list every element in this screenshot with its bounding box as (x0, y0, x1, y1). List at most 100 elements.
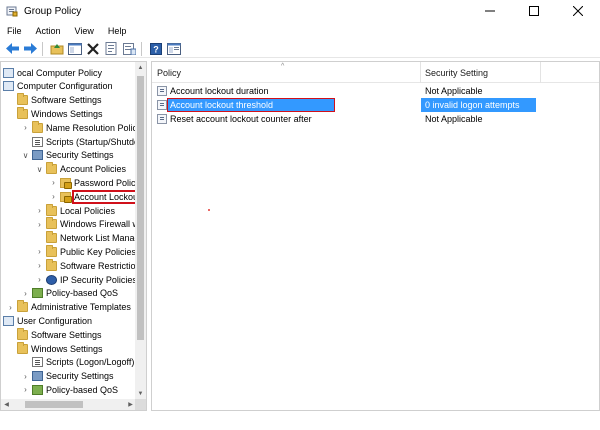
details-pane[interactable]: ^ Policy Security Setting Account lockou… (151, 61, 600, 411)
tree-item[interactable]: Windows Settings (6, 341, 103, 355)
export-list-button[interactable] (121, 41, 137, 57)
tree-item[interactable]: › Policy-based QoS (21, 287, 118, 300)
back-icon (5, 43, 19, 54)
cursor-marker (208, 209, 210, 211)
security-icon (32, 371, 43, 382)
list-row[interactable]: Reset account lockout counter after Not … (152, 112, 599, 126)
toolbar-separator (42, 41, 43, 56)
tree-item[interactable]: › IP Security Policies or (35, 273, 136, 286)
folder-icon (17, 341, 28, 354)
view-button[interactable] (166, 41, 182, 57)
tree-item[interactable]: › Software Restriction (35, 258, 136, 272)
up-folder-icon (50, 43, 64, 54)
expand-chevron-icon[interactable]: › (21, 289, 30, 298)
delete-button[interactable] (85, 41, 101, 57)
tree-item[interactable]: › Policy-based QoS (21, 383, 118, 396)
minimize-button[interactable] (468, 0, 512, 22)
tree-item-label: Software Restriction (60, 260, 136, 271)
tree-item[interactable]: Scripts (Startup/Shutdow (21, 135, 136, 148)
maximize-button[interactable] (512, 0, 556, 22)
expand-chevron-icon[interactable]: › (35, 275, 44, 284)
expand-chevron-icon[interactable]: › (35, 261, 44, 270)
tree-item[interactable]: Scripts (Logon/Logoff) (21, 356, 134, 369)
tree-item[interactable]: ocal Computer Policy (1, 66, 102, 79)
tree-vertical-scrollbar[interactable]: ▲ ▼ (135, 62, 146, 399)
expand-chevron-icon[interactable]: › (35, 206, 44, 215)
tree-item-label: Local Policies (60, 205, 116, 216)
scroll-left-icon[interactable]: ◀ (1, 399, 12, 410)
list-row[interactable]: Account lockout duration Not Applicable (152, 84, 599, 98)
tree-item[interactable]: Software Settings (6, 327, 102, 341)
back-button[interactable] (4, 41, 20, 57)
export-list-icon (122, 42, 136, 55)
expand-chevron-icon[interactable]: › (6, 303, 15, 312)
menu-action[interactable]: Action (29, 26, 68, 36)
tree-item-label: Windows Settings (31, 108, 103, 119)
console-tree-pane[interactable]: ocal Computer Policy Computer Configurati… (0, 61, 147, 411)
folder-icon (17, 93, 28, 106)
expand-chevron-icon[interactable]: › (49, 192, 58, 201)
tree-item[interactable]: User Configuration (1, 314, 92, 327)
tree-horizontal-scrollbar[interactable]: ◀ ▶ (1, 399, 136, 410)
tree-item[interactable]: › Password Policy (49, 176, 136, 189)
up-folder-button[interactable] (49, 41, 65, 57)
tree-item-label: Security Settings (46, 371, 114, 382)
policy-name: Reset account lockout counter after (170, 114, 312, 124)
collapse-chevron-icon[interactable]: ∨ (35, 165, 44, 174)
tree-item[interactable]: Software Settings (6, 93, 102, 107)
list-row-selected[interactable]: Account lockout threshold 0 invalid logo… (152, 98, 599, 112)
properties-button[interactable] (103, 41, 119, 57)
help-icon: ? (150, 42, 162, 55)
tree-item[interactable]: Network List Manage (35, 231, 136, 245)
tree-item[interactable]: › Windows Firewall wit (35, 217, 136, 231)
tree-item-label: Scripts (Logon/Logoff) (46, 357, 135, 368)
tree-item[interactable]: › Administrative Templates (6, 300, 131, 314)
close-button[interactable] (556, 0, 600, 22)
expand-chevron-icon[interactable]: › (35, 220, 44, 229)
console-tree: ocal Computer Policy Computer Configurati… (1, 62, 136, 399)
folder-icon (17, 327, 28, 340)
forward-icon (23, 43, 37, 54)
menu-view[interactable]: View (68, 26, 101, 36)
show-hide-tree-button[interactable] (67, 41, 83, 57)
tree-item[interactable]: Computer Configuration (1, 80, 113, 93)
maximize-icon (529, 6, 539, 16)
tree-item[interactable]: ∨ Security Settings (21, 149, 114, 162)
expand-chevron-icon[interactable]: › (35, 247, 44, 256)
menu-help[interactable]: Help (101, 26, 134, 36)
tree-item-label: Administrative Templates (31, 302, 131, 313)
column-divider[interactable] (420, 62, 421, 83)
tree-item-label: Policy-based QoS (46, 384, 119, 395)
tree-item[interactable]: Windows Settings (6, 106, 103, 120)
minimize-icon (485, 10, 495, 12)
tree-item[interactable]: › Local Policies (35, 203, 116, 217)
folder-icon (17, 300, 28, 313)
qos-icon (32, 288, 43, 299)
tree-horizontal-scroll-thumb[interactable] (25, 401, 83, 408)
column-header-policy[interactable]: Policy (157, 68, 181, 78)
help-button[interactable]: ? (148, 41, 164, 57)
tree-item[interactable]: › Name Resolution Policy (21, 120, 136, 134)
forward-button[interactable] (22, 41, 38, 57)
folder-icon (32, 120, 43, 133)
expand-chevron-icon[interactable]: › (21, 123, 30, 132)
scroll-up-icon[interactable]: ▲ (135, 62, 146, 73)
tree-vertical-scroll-thumb[interactable] (137, 76, 144, 340)
column-divider[interactable] (540, 62, 541, 83)
column-header-security-setting[interactable]: Security Setting (425, 68, 488, 78)
tree-item[interactable]: › Security Settings (21, 370, 114, 383)
tree-item-label: Security Settings (46, 150, 114, 161)
menu-file[interactable]: File (0, 26, 29, 36)
tree-item[interactable]: ∨ Account Policies (35, 162, 126, 176)
expand-chevron-icon[interactable]: › (49, 178, 58, 187)
tree-item-label: ocal Computer Policy (17, 67, 103, 78)
expand-chevron-icon[interactable]: › (21, 372, 30, 381)
close-icon (573, 6, 583, 16)
expand-chevron-icon[interactable]: › (21, 385, 30, 394)
scroll-down-icon[interactable]: ▼ (135, 388, 146, 399)
tree-item[interactable]: › Account Lockout (49, 189, 136, 204)
collapse-chevron-icon[interactable]: ∨ (21, 151, 30, 160)
tree-item[interactable]: › Public Key Policies (35, 244, 136, 258)
